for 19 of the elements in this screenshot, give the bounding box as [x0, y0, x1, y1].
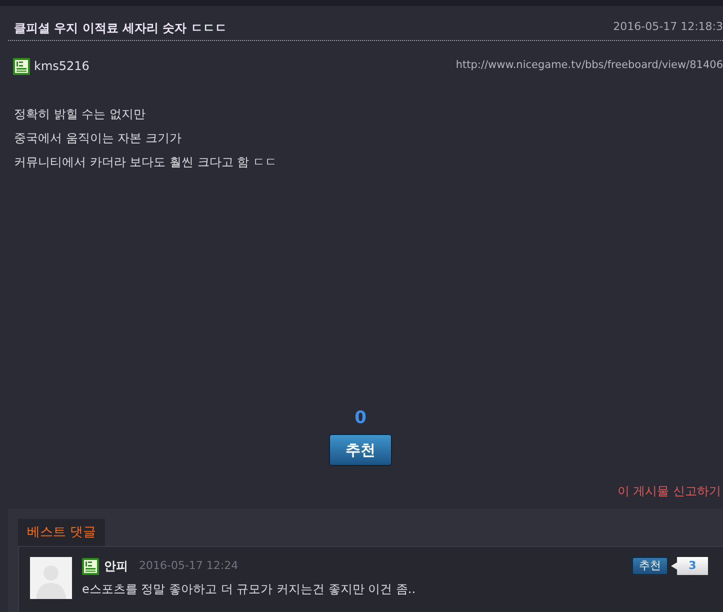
post-body-line: 커뮤니티에서 카더라 보다도 훨씬 크다고 함 ㄷㄷ [14, 154, 277, 171]
report-post-link[interactable]: 이 게시물 신고하기 [617, 483, 721, 499]
recommend-count: 0 [354, 408, 366, 428]
comment-recommend-button[interactable]: 추천 [632, 557, 668, 575]
post-title: 클피셜 우지 이적료 세자리 숫자 ㄷㄷㄷ [14, 20, 227, 36]
post-url-link[interactable]: http://www.nicegame.tv/bbs/freeboard/view/81406 [456, 58, 723, 74]
level-badge-icon [82, 558, 99, 574]
comment-date: 2016-05-17 12:24 [139, 558, 238, 574]
comment-text: e스포츠를 정말 좋아하고 더 규모가 커지는건 좋지만 이건 좀.. [82, 581, 416, 598]
post-body-line: 중국에서 움직이는 자본 크기가 [14, 130, 182, 147]
comment-recommend-count: 3 [671, 557, 708, 575]
avatar-silhouette-icon [30, 557, 72, 599]
author-name: kms5216 [34, 58, 90, 75]
post-date: 2016-05-17 12:18:3 [613, 19, 723, 36]
level-badge-icon [13, 58, 30, 74]
recommend-button[interactable]: 추천 [329, 434, 392, 466]
comment-author: 안피 [104, 558, 128, 575]
best-comments-tab[interactable]: 베스트 댓글 [18, 519, 105, 546]
post-body-line: 정확히 밝힐 수는 없지만 [14, 106, 146, 123]
